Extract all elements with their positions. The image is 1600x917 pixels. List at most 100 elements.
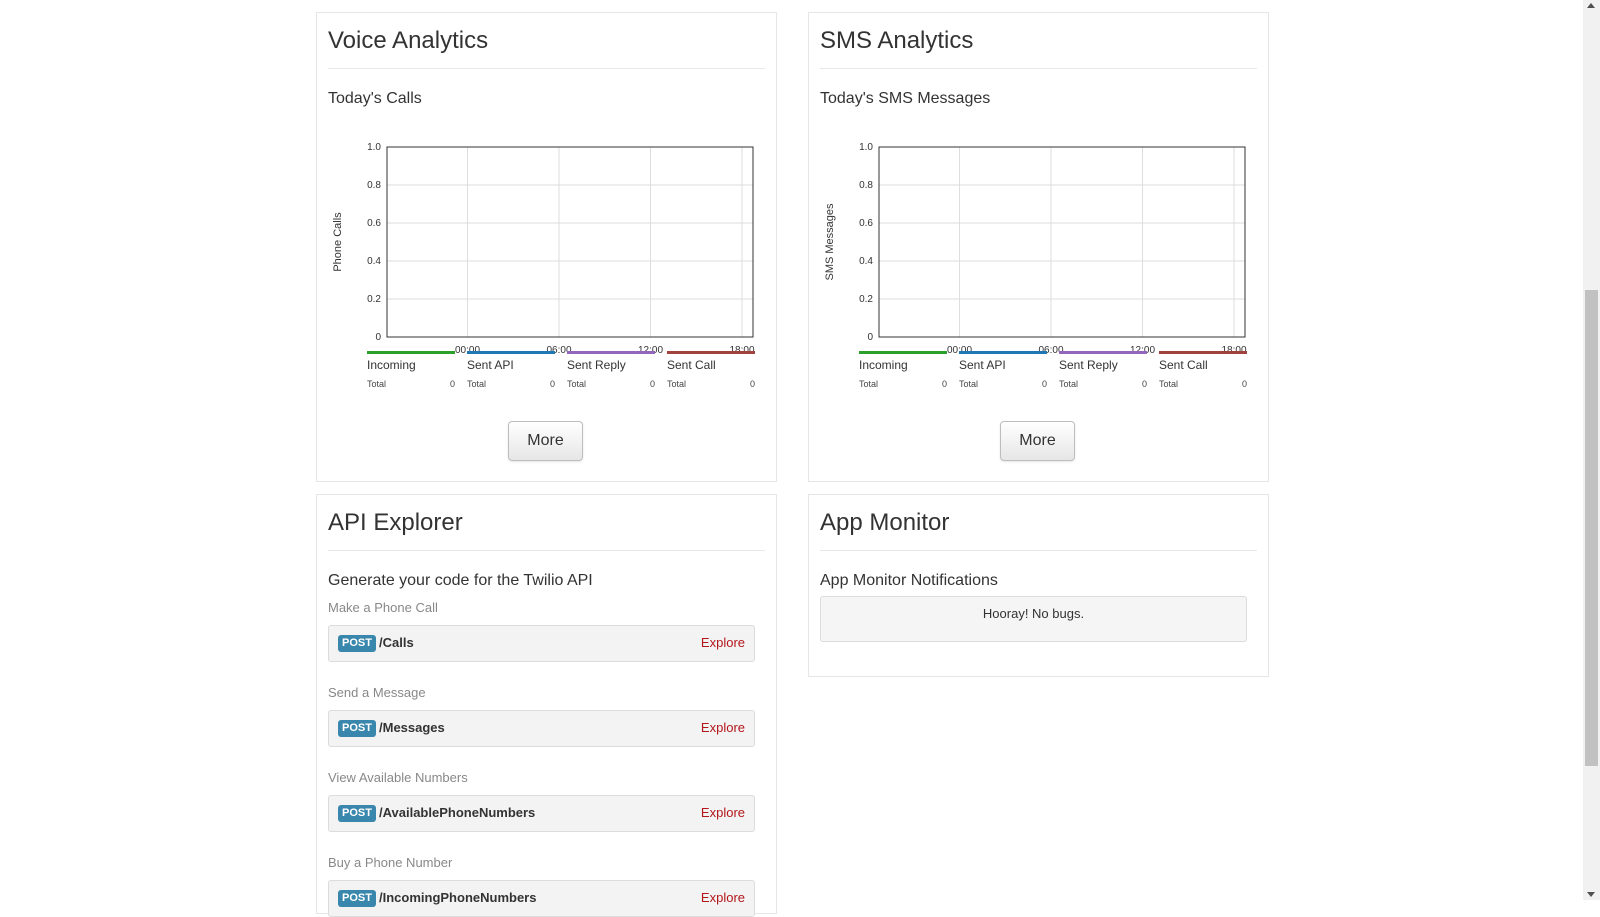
legend-total-label: Total [367, 379, 387, 389]
app-monitor-subtitle: App Monitor Notifications [820, 572, 998, 589]
legend-total-value: 0 [649, 379, 655, 389]
legend-total-label: Total [1059, 379, 1079, 389]
legend-name: Incoming [859, 358, 908, 372]
sms-messages-chart: 00.20.40.60.81.000:00 06:00 12:00 18:00SMS … [824, 142, 1247, 353]
y-tick-label: 0 [375, 332, 381, 343]
voice-more-button[interactable]: More [508, 421, 583, 461]
legend-total-label: Total [1159, 379, 1179, 389]
legend-item-sent-api[interactable]: Sent API Total 0 [467, 351, 555, 401]
legend-swatch [667, 351, 755, 354]
sms-analytics-panel: SMS Analytics Today's SMS Messages 0 0.2 0… [808, 12, 1269, 482]
api-endpoint-calls[interactable]: POST /Calls Explore [328, 625, 755, 662]
legend-item-sent-reply[interactable]: Sent Reply Total 0 [567, 351, 655, 401]
endpoint-path: /IncomingPhoneNumbers [379, 890, 537, 905]
api-explorer-subtitle: Generate your code for the Twilio API [328, 572, 593, 589]
y-axis-label: Phone Calls [332, 212, 344, 272]
api-endpoint-available-numbers[interactable]: POST /AvailablePhoneNumbers Explore [328, 795, 755, 832]
legend-name: Sent Call [667, 358, 716, 372]
method-badge: POST [338, 805, 376, 822]
scrollbar-thumb[interactable] [1585, 290, 1598, 766]
app-monitor-panel: App Monitor App Monitor Notifications Ho… [808, 494, 1269, 677]
divider [820, 550, 1257, 551]
endpoint-path: /Messages [379, 720, 445, 735]
legend-name: Incoming [367, 358, 416, 372]
legend-swatch [567, 351, 655, 354]
y-tick-label: 0.4 [367, 256, 381, 267]
app-monitor-title: App Monitor [820, 509, 950, 536]
y-tick-label: 0.8 [367, 180, 381, 191]
scroll-down-arrow-icon[interactable] [1587, 892, 1595, 897]
voice-analytics-panel: Voice Analytics Today's Calls 0 0.2 0.4 0.6… [316, 12, 777, 482]
method-badge: POST [338, 890, 376, 907]
api-endpoint-incoming-numbers[interactable]: POST /IncomingPhoneNumbers Explore [328, 880, 755, 917]
todays-sms-title: Today's SMS Messages [820, 90, 991, 107]
api-explorer-panel: API Explorer Generate your code for the … [316, 494, 777, 917]
legend-item-sent-api[interactable]: Sent API Total 0 [959, 351, 1047, 401]
legend-item-sent-call[interactable]: Sent Call Total 0 [667, 351, 755, 401]
explore-link[interactable]: Explore [701, 635, 745, 650]
method-badge: POST [338, 720, 376, 737]
api-item-label: Buy a Phone Number [328, 855, 453, 870]
legend-item-incoming[interactable]: Incoming Total 0 [367, 351, 455, 401]
api-item-label: Make a Phone Call [328, 600, 438, 615]
legend-total-label: Total [467, 379, 487, 389]
plot-area-border [878, 146, 1246, 338]
legend-total-label: Total [959, 379, 979, 389]
api-endpoint-messages[interactable]: POST /Messages Explore [328, 710, 755, 747]
legend-swatch [859, 351, 947, 354]
page-scrollbar[interactable] [1583, 0, 1600, 900]
legend-swatch [367, 351, 455, 354]
y-tick-label: 0.6 [367, 218, 381, 229]
legend-name: Sent API [959, 358, 1006, 372]
explore-link[interactable]: Explore [701, 720, 745, 735]
voice-calls-chart: 00.20.40.60.81.000:00 06:00 12:00 18:00Phon… [332, 142, 755, 353]
y-tick-label: 1.0 [367, 142, 381, 153]
legend-item-incoming[interactable]: Incoming Total 0 [859, 351, 947, 401]
y-tick-label: 0.2 [859, 294, 873, 305]
legend-total-value: 0 [1141, 379, 1147, 389]
y-tick-label: 1.0 [859, 142, 873, 153]
legend-swatch [959, 351, 1047, 354]
y-tick-label: 0 [867, 332, 873, 343]
legend-item-sent-call[interactable]: Sent Call Total 0 [1159, 351, 1247, 401]
legend-swatch [1059, 351, 1147, 354]
divider [328, 550, 765, 551]
explore-link[interactable]: Explore [701, 890, 745, 905]
explore-link[interactable]: Explore [701, 805, 745, 820]
method-badge: POST [338, 635, 376, 652]
legend-total-value: 0 [1041, 379, 1047, 389]
api-item-label: Send a Message [328, 685, 426, 700]
plot-area-border [386, 146, 754, 338]
endpoint-path: /Calls [379, 635, 414, 650]
y-axis-label: SMS Messages [824, 203, 836, 281]
legend-item-sent-reply[interactable]: Sent Reply Total 0 [1059, 351, 1147, 401]
legend-name: Sent Call [1159, 358, 1208, 372]
legend-total-label: Total [667, 379, 687, 389]
legend-total-value: 0 [449, 379, 455, 389]
sms-more-button[interactable]: More [1000, 421, 1075, 461]
legend-total-label: Total [859, 379, 879, 389]
sms-legend: Incoming Total 0 Sent API Total 0 Sent R… [859, 351, 1247, 401]
todays-calls-title: Today's Calls [328, 90, 422, 107]
legend-total-value: 0 [941, 379, 947, 389]
sms-analytics-title: SMS Analytics [820, 27, 974, 54]
y-tick-label: 0.8 [859, 180, 873, 191]
endpoint-path: /AvailablePhoneNumbers [379, 805, 536, 820]
y-tick-label: 0.6 [859, 218, 873, 229]
app-monitor-message: Hooray! No bugs. [820, 596, 1247, 642]
legend-total-label: Total [567, 379, 587, 389]
legend-swatch [1159, 351, 1247, 354]
voice-legend: Incoming Total 0 Sent API Total 0 Sent R… [367, 351, 755, 401]
voice-analytics-title: Voice Analytics [328, 27, 489, 54]
api-explorer-title: API Explorer [328, 509, 463, 536]
legend-name: Sent Reply [567, 358, 626, 372]
y-tick-label: 0.4 [859, 256, 873, 267]
api-item-label: View Available Numbers [328, 770, 468, 785]
y-tick-label: 0.2 [367, 294, 381, 305]
legend-name: Sent API [467, 358, 514, 372]
scroll-up-arrow-icon[interactable] [1587, 3, 1595, 8]
legend-total-value: 0 [749, 379, 755, 389]
legend-total-value: 0 [1241, 379, 1247, 389]
legend-name: Sent Reply [1059, 358, 1118, 372]
divider [820, 68, 1257, 69]
